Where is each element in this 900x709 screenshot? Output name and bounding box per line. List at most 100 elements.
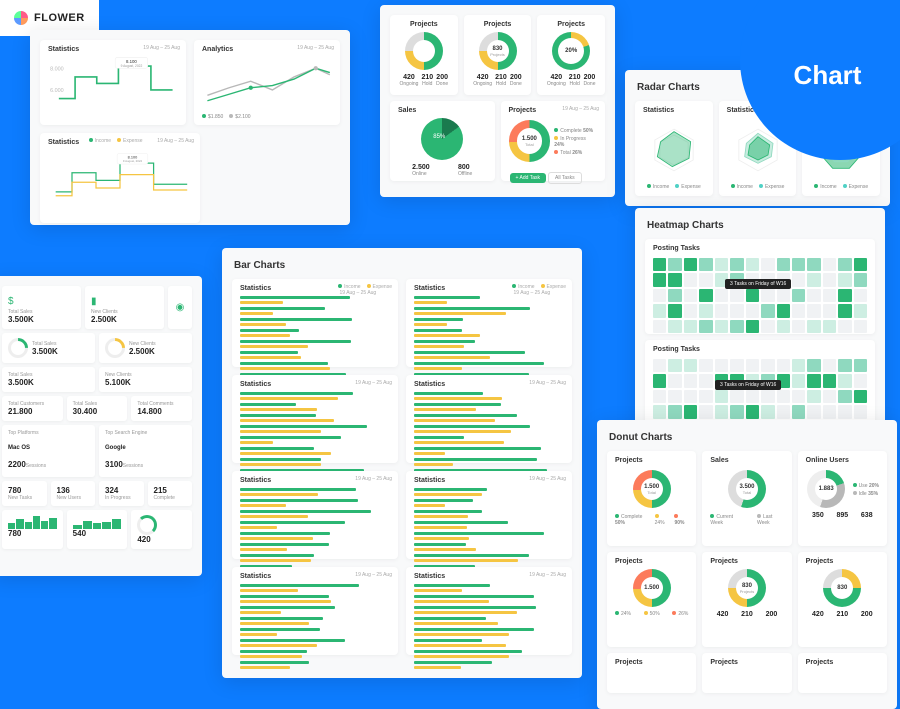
heat-grid [653,258,867,333]
metric-clients-a[interactable]: ▮New Clients2.500K [85,286,164,329]
metric-clients-c[interactable]: New Clients5.100K [99,367,192,392]
spark-780[interactable]: 780 [2,510,63,549]
radar-svg [649,125,699,175]
donut-icon: 20% [552,32,590,70]
bar-a[interactable]: StatisticsIncomeExpense 19 Aug – 25 Aug [232,279,398,367]
project-donut-1500[interactable]: Projects 19 Aug – 25 Aug 1.500Total Comp… [501,101,606,181]
donut-icon: 1.500Total [509,120,551,162]
metric-search[interactable]: Top Search EngineGoogle3100Sessions [99,425,192,477]
donut-icon: 830 [823,569,861,607]
svg-text:9 August, 2022: 9 August, 2022 [121,64,143,68]
analytics-line-chart[interactable]: Analytics 19 Aug – 25 Aug $1.850 $2.100 [194,40,340,125]
mini-136[interactable]: 136New Users [51,481,96,506]
metric-sales-a[interactable]: $Total Sales3.500K [2,286,81,329]
dual-step-svg: 8.100 9 August, 2022 [48,150,192,205]
sales-pie[interactable]: Sales 85% 2.500Online800Offline [390,101,495,181]
project-donut-c[interactable]: Projects 20% 420Ongoing210Hold200Done [537,15,605,95]
donut-icon: 3.500Total [728,470,766,508]
mini-780[interactable]: 780New Tasks [2,481,47,506]
metric-sales-c[interactable]: Total Sales3.500K [2,367,95,392]
heatmap-a[interactable]: Posting Tasks 3 Tasks on Friday of W16 [645,239,875,334]
ring-420[interactable]: 420 [131,510,192,549]
svg-text:8.000: 8.000 [50,66,64,72]
dollar-icon: $ [8,296,14,307]
radar-a[interactable]: Statistics IncomeExpense [635,101,713,196]
metric-tcom[interactable]: Total Comments14.800 [131,396,192,421]
donut-panel: Donut Charts Projects 1.500Total Complet… [597,420,897,709]
brand-logo-icon [14,11,28,25]
svg-text:6.000: 6.000 [50,88,64,94]
metric-sales-b[interactable]: Total Sales3.500K [2,333,95,363]
bar-b[interactable]: StatisticsIncomeExpense 19 Aug – 25 Aug [406,279,572,367]
spark-540[interactable]: 540 [67,510,128,549]
bar-e[interactable]: Statistics19 Aug – 25 Aug [232,471,398,559]
legend-expense: $2.100 [235,114,250,120]
dg-projects-5[interactable]: Projects [607,653,696,693]
sparkline-icon [8,515,57,529]
donut-icon [405,32,443,70]
bar-g[interactable]: Statistics19 Aug – 25 Aug [232,567,398,655]
metric-clients-b[interactable]: New Clients2.500K [99,333,192,363]
donut-footer: 420Ongoing210Hold200Done [398,74,450,87]
dg-projects-3[interactable]: Projects 830Projects 420210200 [702,552,791,647]
bar-icon: ▮ [91,296,97,307]
date-range: 19 Aug – 25 Aug [297,45,334,51]
step-line-svg: 8.000 6.000 8.100 9 August, 2022 [48,57,178,112]
donut-icon: 1.500 [633,569,671,607]
legend: $1.850 $2.100 [202,114,332,120]
bar-f[interactable]: Statistics19 Aug – 25 Aug [406,471,572,559]
metric-cust[interactable]: Total Customers21.800 [2,396,63,421]
project-donut-a[interactable]: Projects 420Ongoing210Hold200Done [390,15,458,95]
ring-icon [137,515,157,535]
donut-footer: 420Ongoing210Hold200Done [472,74,524,87]
tooltip: 3 Tasks on Friday of W16 [715,380,781,390]
mini-215[interactable]: 215Complete [148,481,193,506]
section-title: Bar Charts [234,260,572,271]
projects-panel: Projects 420Ongoing210Hold200Done Projec… [380,5,615,197]
stats-dual-step-chart[interactable]: Statistics IncomeExpense 19 Aug – 25 Aug… [40,133,200,223]
legend-income: $1.850 [208,114,223,120]
metric-trev[interactable]: Total Sales30.400 [67,396,128,421]
tooltip: 3 Tasks on Friday of W16 [725,279,791,289]
section-title: Donut Charts [609,432,887,443]
bubble-label: Chart [794,60,862,91]
donut-footer: 420Ongoing210Hold200Done [545,74,597,87]
pie-icon: 85% [421,118,463,160]
user-icon: ◉ [176,302,185,313]
line-svg [202,57,332,112]
donut-icon: 1.500Total [633,470,671,508]
svg-text:9 August, 2022: 9 August, 2022 [123,159,143,163]
bar-c[interactable]: Statistics19 Aug – 25 Aug [232,375,398,463]
metric-user-icon[interactable]: ◉ [168,286,192,329]
metric-platform[interactable]: Top PlatformsMac OS2200Sessions [2,425,95,477]
donut-icon: 830Projects [728,569,766,607]
ring-icon [101,334,129,362]
stats-step-chart[interactable]: Statistics 19 Aug – 25 Aug 8.000 6.000 8… [40,40,186,125]
heatmap-panel: Heatmap Charts Posting Tasks 3 Tasks on … [635,208,885,451]
add-task-button[interactable]: + Add Task [510,173,547,183]
sparkline-icon [73,515,122,529]
date-range: 19 Aug – 25 Aug [143,45,180,51]
legend: Complete 50% In Progress 24% Total 26% [554,128,597,156]
bar-h[interactable]: Statistics19 Aug – 25 Aug [406,567,572,655]
dg-projects-7[interactable]: Projects [798,653,887,693]
all-tasks-button[interactable]: All Tasks [548,172,582,184]
bar-d[interactable]: Statistics19 Aug – 25 Aug [406,375,572,463]
mini-324[interactable]: 324In Progress [99,481,144,506]
brand-name: FLOWER [34,12,85,24]
metrics-panel: $Total Sales3.500K ▮New Clients2.500K ◉ … [0,276,202,576]
dg-projects-4[interactable]: Projects 830 420210200 [798,552,887,647]
bar-charts-panel: Bar Charts StatisticsIncomeExpense 19 Au… [222,248,582,678]
line-charts-panel: Statistics 19 Aug – 25 Aug 8.000 6.000 8… [30,30,350,225]
donut-icon: 1.883 [807,470,845,508]
dg-projects-2[interactable]: Projects 1.500 24%50%26% [607,552,696,647]
dg-online[interactable]: Online Users 1.883 Use 20%Idle 35% 35089… [798,451,887,546]
ring-icon [4,334,32,362]
dg-projects-6[interactable]: Projects [702,653,791,693]
dg-projects[interactable]: Projects 1.500Total Complete 50%24%90% [607,451,696,546]
donut-icon: 830Projects [479,32,517,70]
svg-text:8.100: 8.100 [126,59,137,64]
dg-sales[interactable]: Sales 3.500Total Current Week Last Week [702,451,791,546]
section-title: Heatmap Charts [647,220,875,231]
project-donut-b[interactable]: Projects 830Projects 420Ongoing210Hold20… [464,15,532,95]
